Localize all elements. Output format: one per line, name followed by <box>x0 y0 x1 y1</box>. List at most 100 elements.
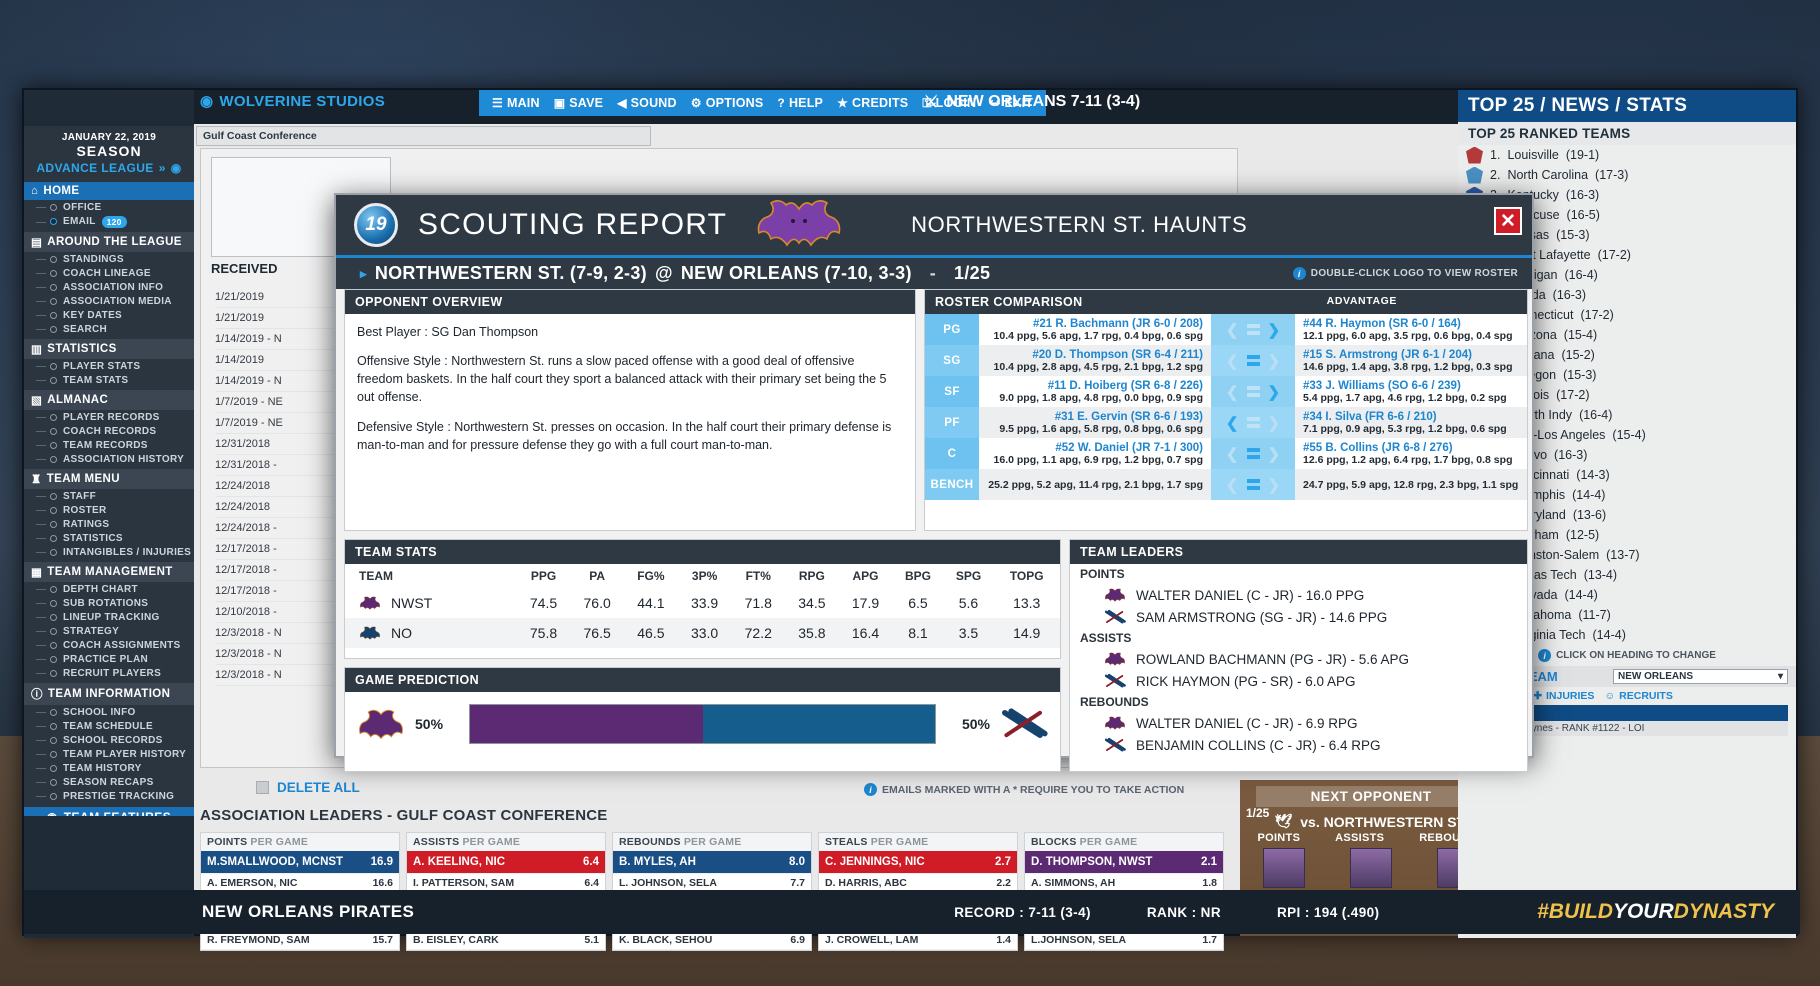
leader-table-header[interactable]: ASSISTS PER GAME <box>407 833 605 851</box>
away-player-cell[interactable]: 25.2 ppg, 5.2 apg, 11.4 rpg, 2.1 bpg, 1.… <box>979 469 1211 500</box>
home-player-cell[interactable]: #33 J. Williams (SO 6-6 / 239)5.4 ppg, 1… <box>1295 376 1527 407</box>
leader-table-header[interactable]: BLOCKS PER GAME <box>1025 833 1223 851</box>
team-stats-table: TEAMPPGPAFG%3P%FT%RPGAPGBPGSPGTOPG NWST7… <box>345 564 1060 648</box>
sidebar-item-team-history[interactable]: TEAM HISTORY <box>24 761 194 775</box>
sidebar-item-player-records[interactable]: PLAYER RECORDS <box>24 410 194 424</box>
delete-all-checkbox[interactable] <box>256 781 269 794</box>
advance-league-button[interactable]: ADVANCE LEAGUE » ◉ <box>24 159 194 179</box>
sidebar-item-key-dates[interactable]: KEY DATES <box>24 308 194 322</box>
sidebar-item-intangibles-injuries[interactable]: INTANGIBLES / INJURIES <box>24 545 194 559</box>
team-stats-value: 46.5 <box>624 618 678 648</box>
sidebar-item-label: STAFF <box>63 491 96 502</box>
delete-all-button[interactable]: DELETE ALL <box>256 780 360 795</box>
menu-save[interactable]: ▣SAVE <box>547 90 610 116</box>
sidebar-item-coach-assignments[interactable]: COACH ASSIGNMENTS <box>24 638 194 652</box>
sidebar-nav[interactable]: JANUARY 22, 2019 SEASON ADVANCE LEAGUE »… <box>24 126 194 816</box>
sidebar-item-school-records[interactable]: SCHOOL RECORDS <box>24 733 194 747</box>
sidebar-item-search[interactable]: SEARCH <box>24 322 194 336</box>
away-player-cell[interactable]: #20 D. Thompson (SR 6-4 / 211)10.4 ppg, … <box>979 345 1211 376</box>
sidebar-item-team-stats[interactable]: TEAM STATS <box>24 373 194 387</box>
sidebar-item-recruit-players[interactable]: RECRUIT PLAYERS <box>24 666 194 680</box>
right-panel-header[interactable]: TOP 25 / NEWS / STATS <box>1458 90 1796 122</box>
sidebar-item-staff[interactable]: STAFF <box>24 489 194 503</box>
menu-main[interactable]: ☰MAIN <box>485 90 547 116</box>
team-features-header[interactable]: ◉ TEAM FEATURES <box>24 807 194 816</box>
sidebar-item-player-stats[interactable]: PLAYER STATS <box>24 359 194 373</box>
sidebar-item-coach-records[interactable]: COACH RECORDS <box>24 424 194 438</box>
sidebar-group-label: STATISTICS <box>47 343 116 355</box>
sidebar-item-school-info[interactable]: SCHOOL INFO <box>24 705 194 719</box>
sidebar-item-team-player-history[interactable]: TEAM PLAYER HISTORY <box>24 747 194 761</box>
sidebar-item-coach-lineage[interactable]: COACH LINEAGE <box>24 266 194 280</box>
sidebar-item-sub-rotations[interactable]: SUB ROTATIONS <box>24 596 194 610</box>
menu-options[interactable]: ⚙OPTIONS <box>684 90 771 116</box>
away-player-name: #20 D. Thompson (SR 6-4 / 211) <box>1032 349 1203 361</box>
email-note-label: EMAILS MARKED WITH A * REQUIRE YOU TO TA… <box>882 784 1184 796</box>
away-player-cell[interactable]: #31 E. Gervin (SR 6-6 / 193)9.5 ppg, 1.6… <box>979 407 1211 438</box>
home-player-cell[interactable]: #15 S. Armstrong (JR 6-1 / 204)14.6 ppg,… <box>1295 345 1527 376</box>
leader-player-value: 6.9 <box>790 934 805 946</box>
sidebar-item-office[interactable]: OFFICE <box>24 200 194 214</box>
sidebar-item-standings[interactable]: STANDINGS <box>24 252 194 266</box>
status-rpi: RPI : 194 (.490) <box>1277 905 1379 920</box>
home-player-stats: 5.4 ppg, 1.7 apg, 4.6 rpg, 1.2 bpg, 0.2 … <box>1303 392 1519 404</box>
sidebar-item-prestige-tracking[interactable]: PRESTIGE TRACKING <box>24 789 194 803</box>
sidebar-group-around-the-league[interactable]: ▤AROUND THE LEAGUE <box>24 232 194 252</box>
home-player-cell[interactable]: #55 B. Collins (JR 6-8 / 276)12.6 ppg, 1… <box>1295 438 1527 469</box>
team-logo-icon <box>1466 167 1483 184</box>
menu-credits[interactable]: ★CREDITS <box>830 90 915 116</box>
sidebar-item-strategy[interactable]: STRATEGY <box>24 624 194 638</box>
home-player-cell[interactable]: #44 R. Haymon (SR 6-0 / 164)12.1 ppg, 6.… <box>1295 314 1527 345</box>
sidebar-item-label: PLAYER RECORDS <box>63 412 160 423</box>
sidebar-item-team-records[interactable]: TEAM RECORDS <box>24 438 194 452</box>
top25-row[interactable]: 2.North Carolina(17-3) <box>1466 165 1788 185</box>
sidebar-item-lineup-tracking[interactable]: LINEUP TRACKING <box>24 610 194 624</box>
sidebar-group-team-information[interactable]: ⓘTEAM INFORMATION <box>24 683 194 705</box>
team-stats-value: 34.5 <box>785 588 839 618</box>
away-player-cell[interactable]: #11 D. Hoiberg (SR 6-8 / 226)9.0 ppg, 1.… <box>979 376 1211 407</box>
sidebar-group-statistics[interactable]: ▥STATISTICS <box>24 339 194 359</box>
menu-help[interactable]: ?HELP <box>770 90 830 116</box>
select-team-dropdown[interactable]: NEW ORLEANS ▾ <box>1613 669 1788 684</box>
sidebar-group-team-menu[interactable]: ♜TEAM MENU <box>24 469 194 489</box>
sidebar-item-association-info[interactable]: ASSOCIATION INFO <box>24 280 194 294</box>
leader-table-header[interactable]: POINTS PER GAME <box>201 833 399 851</box>
leader-table-header[interactable]: REBOUNDS PER GAME <box>613 833 811 851</box>
leader-table-header[interactable]: STEALS PER GAME <box>819 833 1017 851</box>
caret-right-icon: ▸ <box>360 266 367 282</box>
sidebar-group-almanac[interactable]: ▧ALMANAC <box>24 390 194 410</box>
sidebar-item-roster[interactable]: ROSTER <box>24 503 194 517</box>
sidebar-item-association-history[interactable]: ASSOCIATION HISTORY <box>24 452 194 466</box>
select-team-value: NEW ORLEANS <box>1618 671 1693 682</box>
bullet-icon <box>50 312 57 319</box>
tab-recruits[interactable]: ☺RECRUITS <box>1604 690 1672 702</box>
team-leaders-category: POINTS <box>1070 564 1527 584</box>
tab-injuries[interactable]: ✚INJURIES <box>1533 690 1594 702</box>
sidebar-item-team-schedule[interactable]: TEAM SCHEDULE <box>24 719 194 733</box>
menu-sound[interactable]: ◀SOUND <box>610 90 684 116</box>
home-player-cell[interactable]: #34 I. Silva (FR 6-6 / 210)7.1 ppg, 0.9 … <box>1295 407 1527 438</box>
top25-row[interactable]: 1.Louisville(19-1) <box>1466 145 1788 165</box>
home-player-cell[interactable]: 24.7 ppg, 5.9 apg, 12.8 rpg, 2.3 bpg, 1.… <box>1295 469 1527 500</box>
sidebar-item-email[interactable]: EMAIL120 <box>24 214 194 229</box>
sidebar-item-statistics[interactable]: STATISTICS <box>24 531 194 545</box>
sidebar-group-home[interactable]: ⌂HOME <box>24 182 194 200</box>
sidebar-group-list[interactable]: ⌂HOMEOFFICEEMAIL120▤AROUND THE LEAGUESTA… <box>24 182 194 803</box>
advantage-right-icon: ❯ <box>1268 383 1281 401</box>
team-stats-column-header: APG <box>839 564 893 588</box>
sidebar-item-season-recaps[interactable]: SEASON RECAPS <box>24 775 194 789</box>
sidebar-item-practice-plan[interactable]: PRACTICE PLAN <box>24 652 194 666</box>
team-logo-icon <box>359 625 381 641</box>
click-heading-label: CLICK ON HEADING TO CHANGE <box>1556 650 1716 661</box>
sidebar-item-association-media[interactable]: ASSOCIATION MEDIA <box>24 294 194 308</box>
sidebar-group-team-management[interactable]: ▦TEAM MANAGEMENT <box>24 562 194 582</box>
team-logo-icon <box>359 595 381 611</box>
sidebar-item-depth-chart[interactable]: DEPTH CHART <box>24 582 194 596</box>
away-player-cell[interactable]: #21 R. Bachmann (JR 6-0 / 208)10.4 ppg, … <box>979 314 1211 345</box>
team-leader-entry: SAM ARMSTRONG (SG - JR) - 14.6 PPG <box>1070 606 1527 628</box>
away-player-cell[interactable]: #52 W. Daniel (JR 7-1 / 300)16.0 ppg, 1.… <box>979 438 1211 469</box>
sidebar-item-ratings[interactable]: RATINGS <box>24 517 194 531</box>
sidebar-item-label: RATINGS <box>63 519 109 530</box>
close-icon[interactable]: ✕ <box>1494 207 1522 235</box>
top25-record: (19-1) <box>1566 148 1599 162</box>
